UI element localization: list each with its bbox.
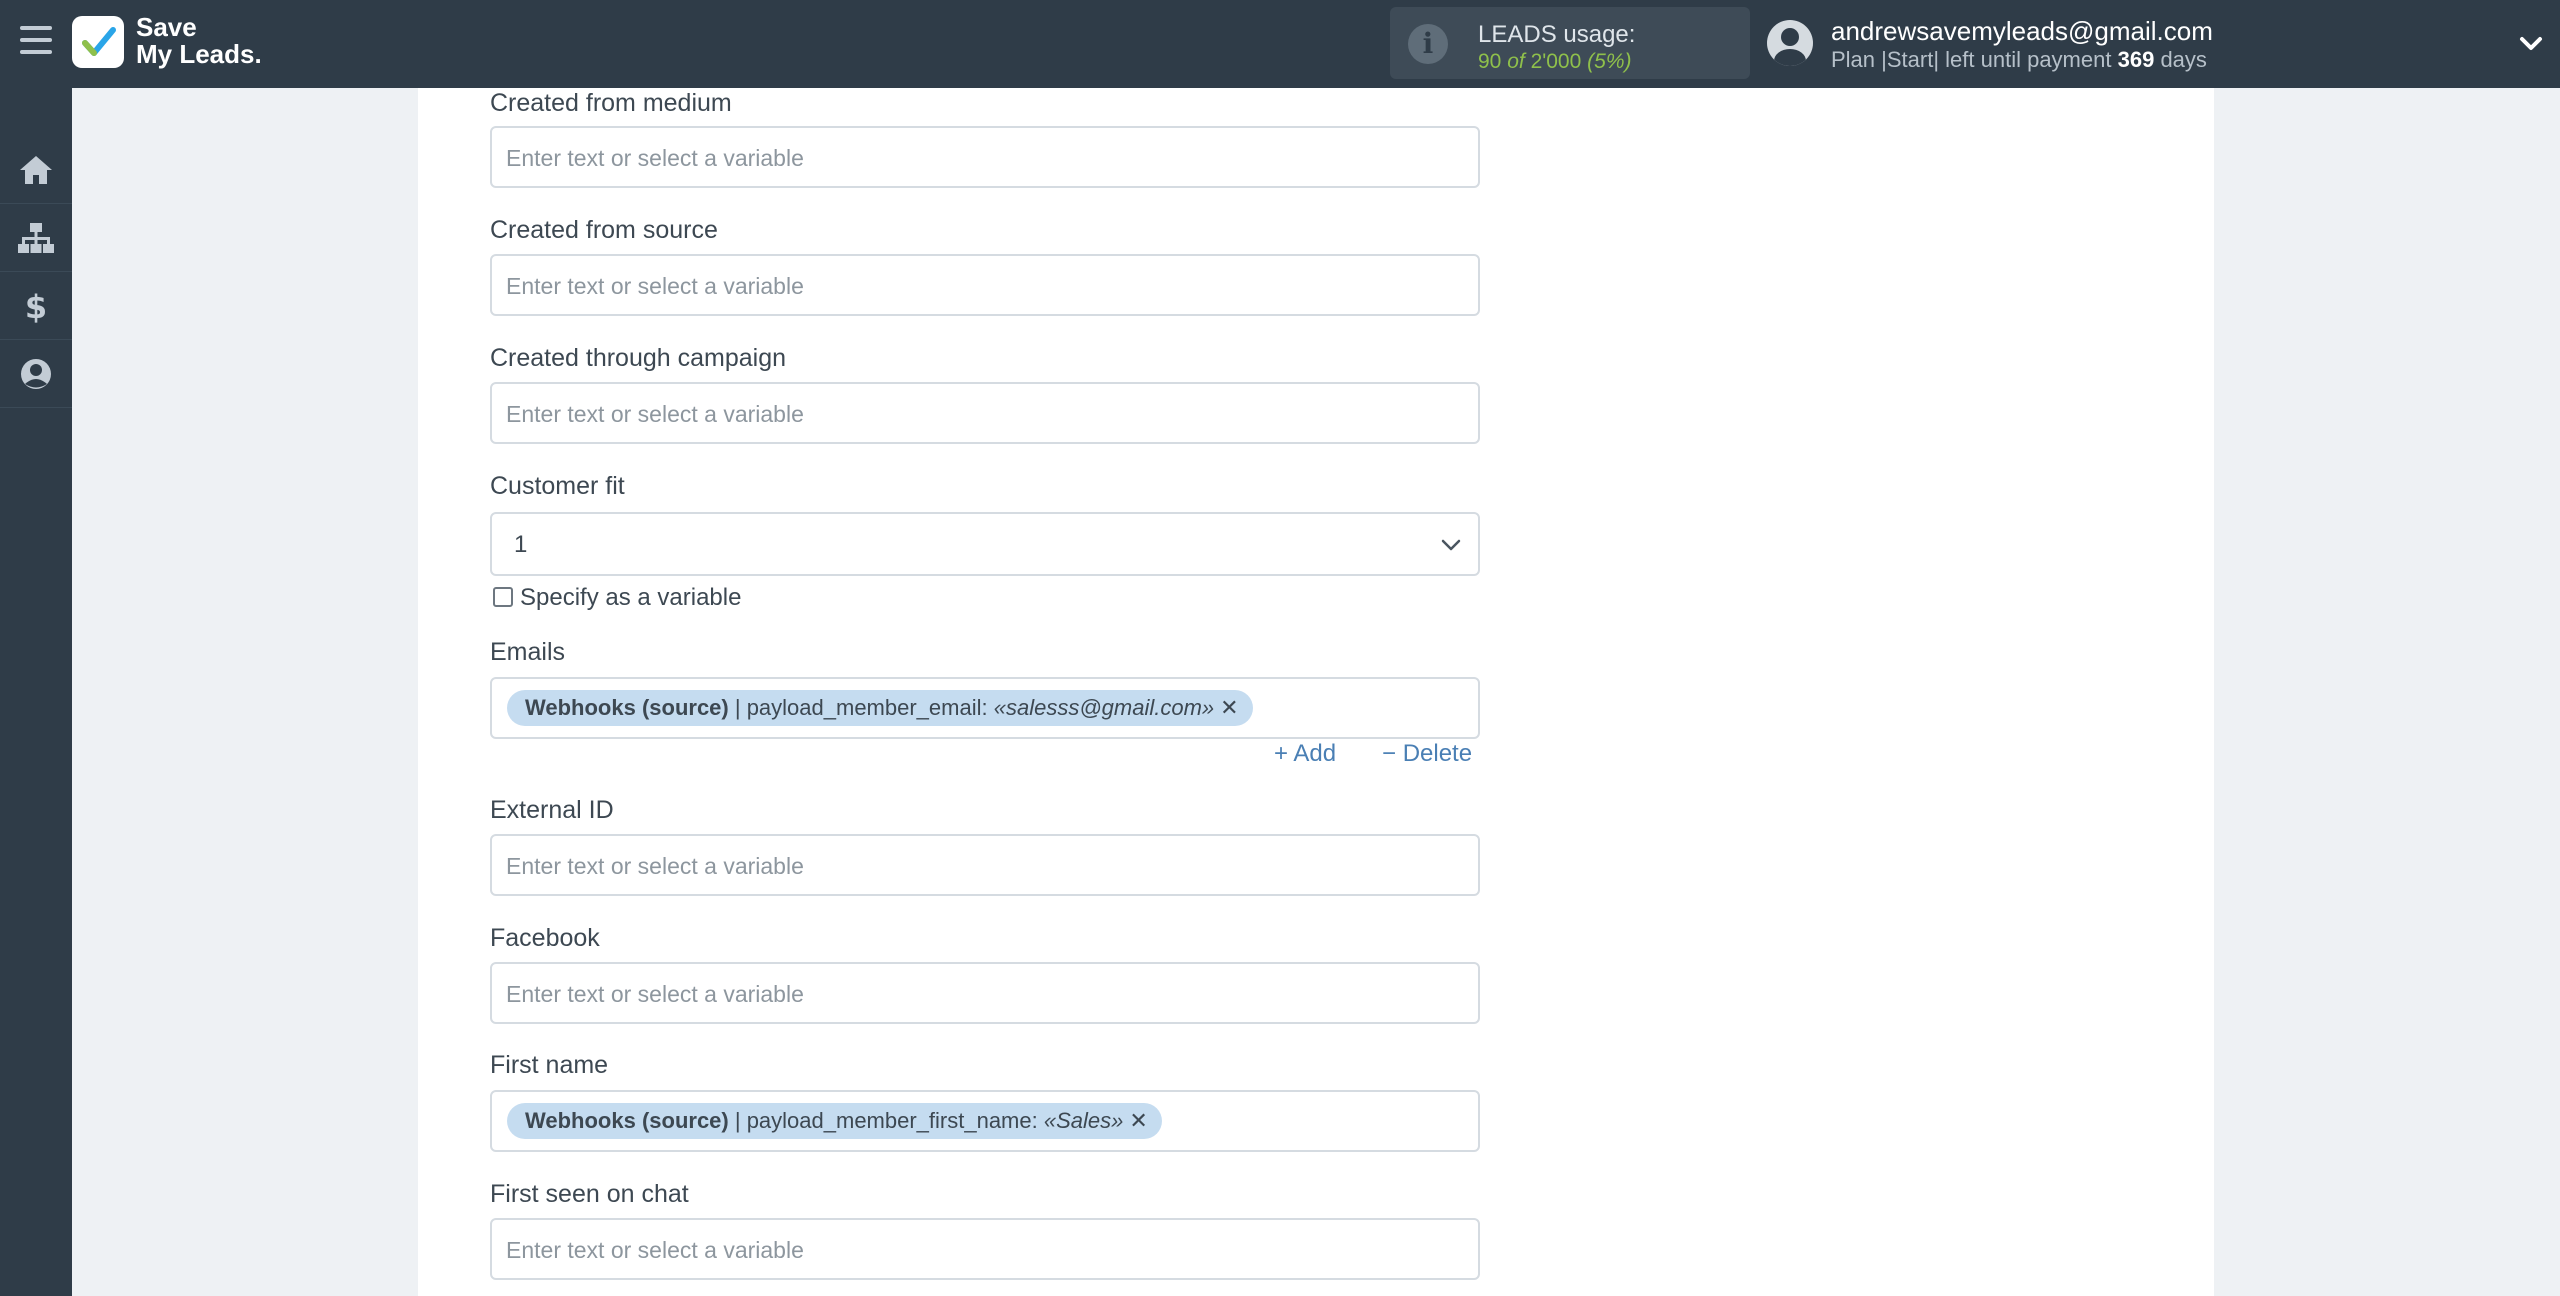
emails-input[interactable]: Webhooks (source) | payload_member_email… xyxy=(490,677,1480,739)
placeholder-text: Enter text or select a variable xyxy=(506,401,804,427)
sidebar-item-billing[interactable]: $ xyxy=(0,272,72,340)
label-created-from-medium: Created from medium xyxy=(490,89,732,117)
facebook-input[interactable]: Enter text or select a variable xyxy=(490,962,1480,1024)
chevron-down-icon[interactable] xyxy=(2516,28,2546,58)
label-created-through-campaign: Created through campaign xyxy=(490,344,787,372)
created-from-medium-input[interactable]: Enter text or select a variable xyxy=(490,126,1480,188)
tag-value: «Sales» xyxy=(1043,1108,1124,1133)
created-through-campaign-input[interactable]: Enter text or select a variable xyxy=(490,382,1480,444)
tag-source: Webhooks (source) xyxy=(525,1108,729,1133)
logo-text-line2: My Leads. xyxy=(136,39,262,69)
sidebar-item-home[interactable] xyxy=(0,136,72,204)
plus-icon: + xyxy=(1274,740,1289,767)
specify-as-variable-label[interactable]: Specify as a variable xyxy=(520,584,741,612)
tag-value: «salesss@gmail.com» xyxy=(993,695,1215,720)
menu-icon[interactable] xyxy=(20,26,52,60)
label-facebook: Facebook xyxy=(490,924,600,952)
label-created-from-source: Created from source xyxy=(490,216,718,244)
sitemap-icon xyxy=(18,222,54,253)
placeholder-text: Enter text or select a variable xyxy=(506,981,804,1007)
leads-usage-panel: i LEADS usage: 90 of 2'000 (5%) xyxy=(1390,7,1750,79)
first-name-input[interactable]: Webhooks (source) | payload_member_first… xyxy=(490,1090,1480,1152)
customer-fit-select[interactable]: 1 xyxy=(490,512,1480,576)
top-bar: Save My Leads. i LEADS usage: 90 of 2'00… xyxy=(0,0,2560,88)
user-email[interactable]: andrewsavemyleads@gmail.com xyxy=(1831,16,2213,47)
avatar-icon[interactable] xyxy=(1767,20,1813,66)
usage-stats: 90 of 2'000 (5%) xyxy=(1478,50,1631,74)
info-icon[interactable]: i xyxy=(1408,24,1448,64)
user-plan: Plan |Start| left until payment 369 days xyxy=(1831,47,2207,73)
minus-icon: − xyxy=(1382,740,1397,767)
variable-tag[interactable]: Webhooks (source) | payload_member_first… xyxy=(507,1103,1162,1139)
usage-percent: (5%) xyxy=(1587,50,1632,73)
logo-text: Save My Leads. xyxy=(136,14,262,68)
label-customer-fit: Customer fit xyxy=(490,472,625,500)
usage-used: 90 xyxy=(1478,50,1502,73)
tag-field: | payload_member_email: xyxy=(728,695,994,720)
tag-source: Webhooks (source) xyxy=(525,695,729,720)
usage-of: of xyxy=(1507,50,1525,73)
label-first-name: First name xyxy=(490,1051,609,1079)
plan-prefix: Plan |Start| left until payment xyxy=(1831,47,2112,72)
logo-text-line1: Save xyxy=(136,12,197,42)
placeholder-text: Enter text or select a variable xyxy=(506,145,804,171)
add-label: Add xyxy=(1293,740,1337,767)
tag-field: | payload_member_first_name: xyxy=(728,1108,1044,1133)
created-from-source-input[interactable]: Enter text or select a variable xyxy=(490,254,1480,316)
chevron-down-icon xyxy=(1441,539,1461,551)
customer-fit-value: 1 xyxy=(514,531,528,558)
plan-days: 369 xyxy=(2117,47,2155,72)
sidebar: $ xyxy=(0,88,72,1296)
placeholder-text: Enter text or select a variable xyxy=(506,853,804,879)
label-first-seen-on-chat: First seen on chat xyxy=(490,1180,689,1208)
close-icon[interactable]: ✕ xyxy=(1220,695,1238,720)
user-circle-icon xyxy=(21,358,51,389)
label-external-id: External ID xyxy=(490,796,614,824)
usage-label: LEADS usage: xyxy=(1478,21,1636,48)
specify-as-variable-checkbox[interactable] xyxy=(493,587,513,607)
variable-tag[interactable]: Webhooks (source) | payload_member_email… xyxy=(507,690,1253,726)
placeholder-text: Enter text or select a variable xyxy=(506,273,804,299)
dollar-icon: $ xyxy=(25,288,47,324)
close-icon[interactable]: ✕ xyxy=(1129,1108,1147,1133)
sidebar-item-connections[interactable] xyxy=(0,204,72,272)
sidebar-item-account[interactable] xyxy=(0,340,72,408)
home-icon xyxy=(20,155,52,184)
svg-text:$: $ xyxy=(25,288,47,324)
delete-button[interactable]: − Delete xyxy=(1382,740,1472,768)
external-id-input[interactable]: Enter text or select a variable xyxy=(490,834,1480,896)
first-seen-on-chat-input[interactable]: Enter text or select a variable xyxy=(490,1218,1480,1280)
usage-total: 2'000 xyxy=(1530,50,1582,73)
add-button[interactable]: + Add xyxy=(1274,740,1336,768)
logo-icon[interactable] xyxy=(72,16,124,68)
delete-label: Delete xyxy=(1402,740,1473,767)
placeholder-text: Enter text or select a variable xyxy=(506,1237,804,1263)
plan-suffix: days xyxy=(2160,47,2207,72)
label-emails: Emails xyxy=(490,638,566,666)
